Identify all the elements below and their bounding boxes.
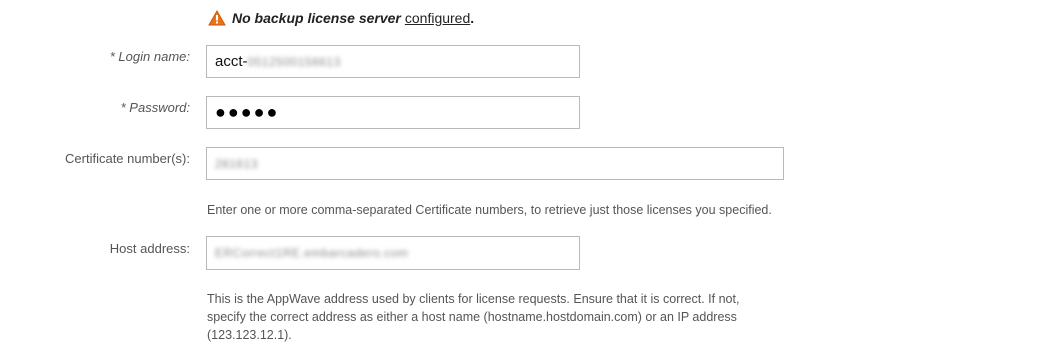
certificate-label: Certificate number(s): [65,151,190,166]
warning-suffix: . [470,10,475,26]
configured-link[interactable]: configured [405,10,470,26]
host-help-line-2: specify the correct address as either a … [207,310,737,324]
host-help-line-1: This is the AppWave address used by clie… [207,292,740,306]
password-field[interactable]: ●●●●● [206,96,580,129]
login-name-blurred: 0512500156613 [247,54,341,69]
warning-text: No backup license server [232,10,401,26]
login-name-field[interactable]: acct- 0512500156613 [206,45,580,78]
certificate-blurred: 281613 [215,156,259,171]
warning-triangle-icon [208,10,226,26]
host-address-field[interactable]: ERCorrect1RE.embarcadero.com [206,236,580,270]
password-label: * Password: [120,100,190,115]
host-help-line-3: (123.123.12.1). [207,328,292,342]
login-name-prefix: acct- [215,53,248,70]
license-server-form: No backup license server configured . * … [0,0,1055,354]
certificate-field[interactable]: 281613 [206,147,784,180]
login-name-label: * Login name: [109,49,190,64]
host-address-blurred: ERCorrect1RE.embarcadero.com [215,246,409,260]
password-masked: ●●●●● [215,102,280,122]
warning-message: No backup license server configured . [208,8,474,28]
host-address-label: Host address: [109,241,190,256]
certificate-help: Enter one or more comma-separated Certif… [207,203,772,217]
